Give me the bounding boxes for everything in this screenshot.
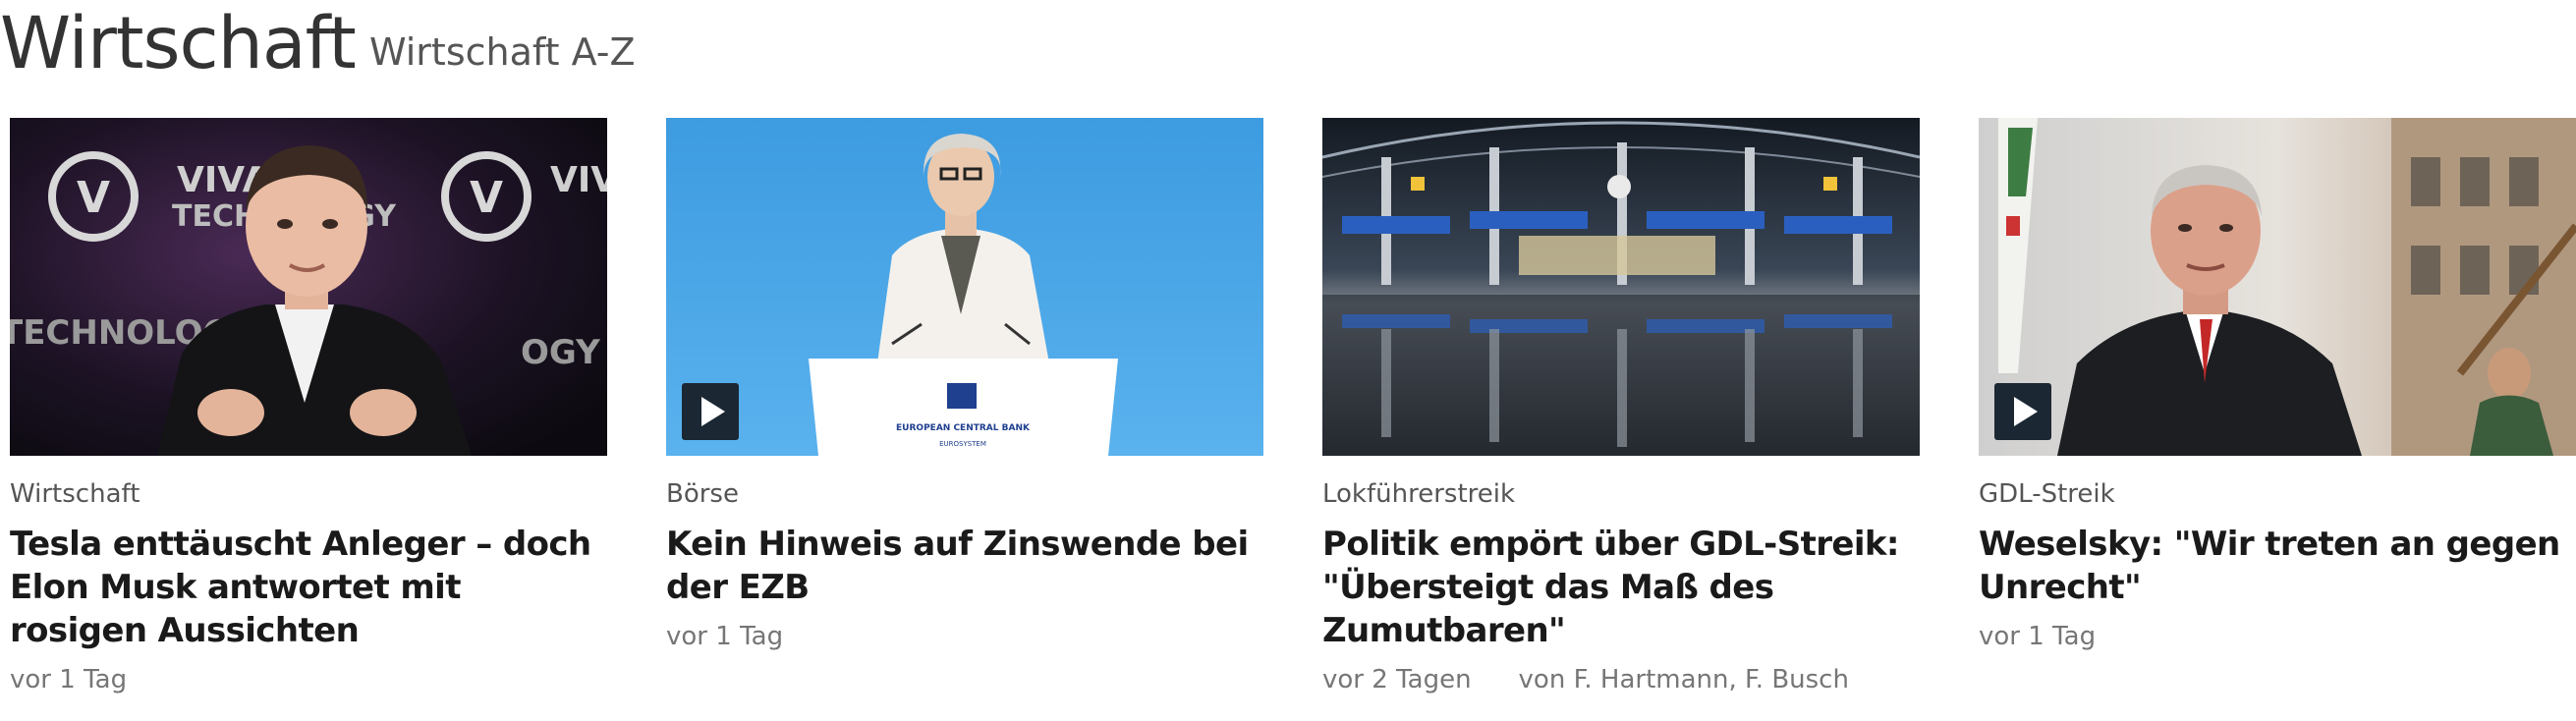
teaser-headline[interactable]: Kein Hinweis auf Zinswende bei der EZB (666, 523, 1263, 609)
svg-text:OGY: OGY (521, 333, 600, 372)
teaser-card[interactable]: V V VIVA TECHNOLOGY VIV TECHNOLOGY OGY W… (10, 118, 607, 695)
svg-text:V: V (77, 173, 110, 223)
teaser-topline: Lokführerstreik (1322, 479, 1516, 509)
teaser-topline: Börse (666, 479, 739, 509)
play-icon (701, 397, 725, 426)
teaser-photo-weselsky (1979, 118, 2576, 456)
svg-text:EUROSYSTEM: EUROSYSTEM (939, 440, 986, 448)
play-icon (2014, 397, 2038, 426)
teaser-topline: Wirtschaft (10, 479, 140, 509)
video-play-button[interactable] (682, 383, 739, 440)
teaser-date: vor 1 Tag (1979, 622, 2097, 651)
teaser-date: vor 2 Tagen (1322, 665, 1472, 694)
teaser-headline[interactable]: Weselsky: "Wir treten an gegen Unrecht" (1979, 523, 2576, 609)
section-title[interactable]: Wirtschaft (0, 8, 357, 80)
teaser-card[interactable]: EUROPEAN CENTRAL BANK EUROSYSTEM Börse K… (666, 118, 1263, 652)
teaser-meta: vor 1 Tag (10, 664, 607, 695)
teaser-headline[interactable]: Politik empört über GDL-Streik: "Überste… (1322, 523, 1920, 652)
teaser-image[interactable]: EUROPEAN CENTRAL BANK EUROSYSTEM (666, 118, 1263, 456)
teaser-photo-station (1322, 118, 1920, 456)
svg-text:V: V (470, 173, 503, 223)
section-az-link[interactable]: Wirtschaft A-Z (369, 33, 635, 71)
teaser-headline[interactable]: Tesla enttäuscht Anleger – doch Elon Mus… (10, 523, 607, 652)
teaser-image[interactable] (1979, 118, 2576, 456)
teaser-meta: vor 2 Tagen von F. Hartmann, F. Busch (1322, 664, 1920, 695)
video-play-button[interactable] (1994, 383, 2051, 440)
teaser-photo-ecb: EUROPEAN CENTRAL BANK EUROSYSTEM (666, 118, 1263, 456)
teaser-meta: vor 1 Tag (1979, 621, 2576, 652)
teaser-image[interactable] (1322, 118, 1920, 456)
teaser-card[interactable]: Lokführerstreik Politik empört über GDL-… (1322, 118, 1920, 695)
svg-text:EUROPEAN CENTRAL BANK: EUROPEAN CENTRAL BANK (896, 423, 1031, 433)
teaser-photo-musk: V V VIVA TECHNOLOGY VIV TECHNOLOGY OGY (10, 118, 607, 456)
svg-text:VIV: VIV (550, 160, 607, 200)
teaser-meta: vor 1 Tag (666, 621, 1263, 652)
teaser-date: vor 1 Tag (666, 622, 784, 651)
teaser-topline: GDL-Streik (1979, 479, 2115, 509)
teaser-author: von F. Hartmann, F. Busch (1518, 665, 1849, 694)
teaser-card[interactable]: GDL-Streik Weselsky: "Wir treten an gege… (1979, 118, 2576, 652)
teaser-image[interactable]: V V VIVA TECHNOLOGY VIV TECHNOLOGY OGY (10, 118, 607, 456)
teaser-date: vor 1 Tag (10, 665, 128, 694)
